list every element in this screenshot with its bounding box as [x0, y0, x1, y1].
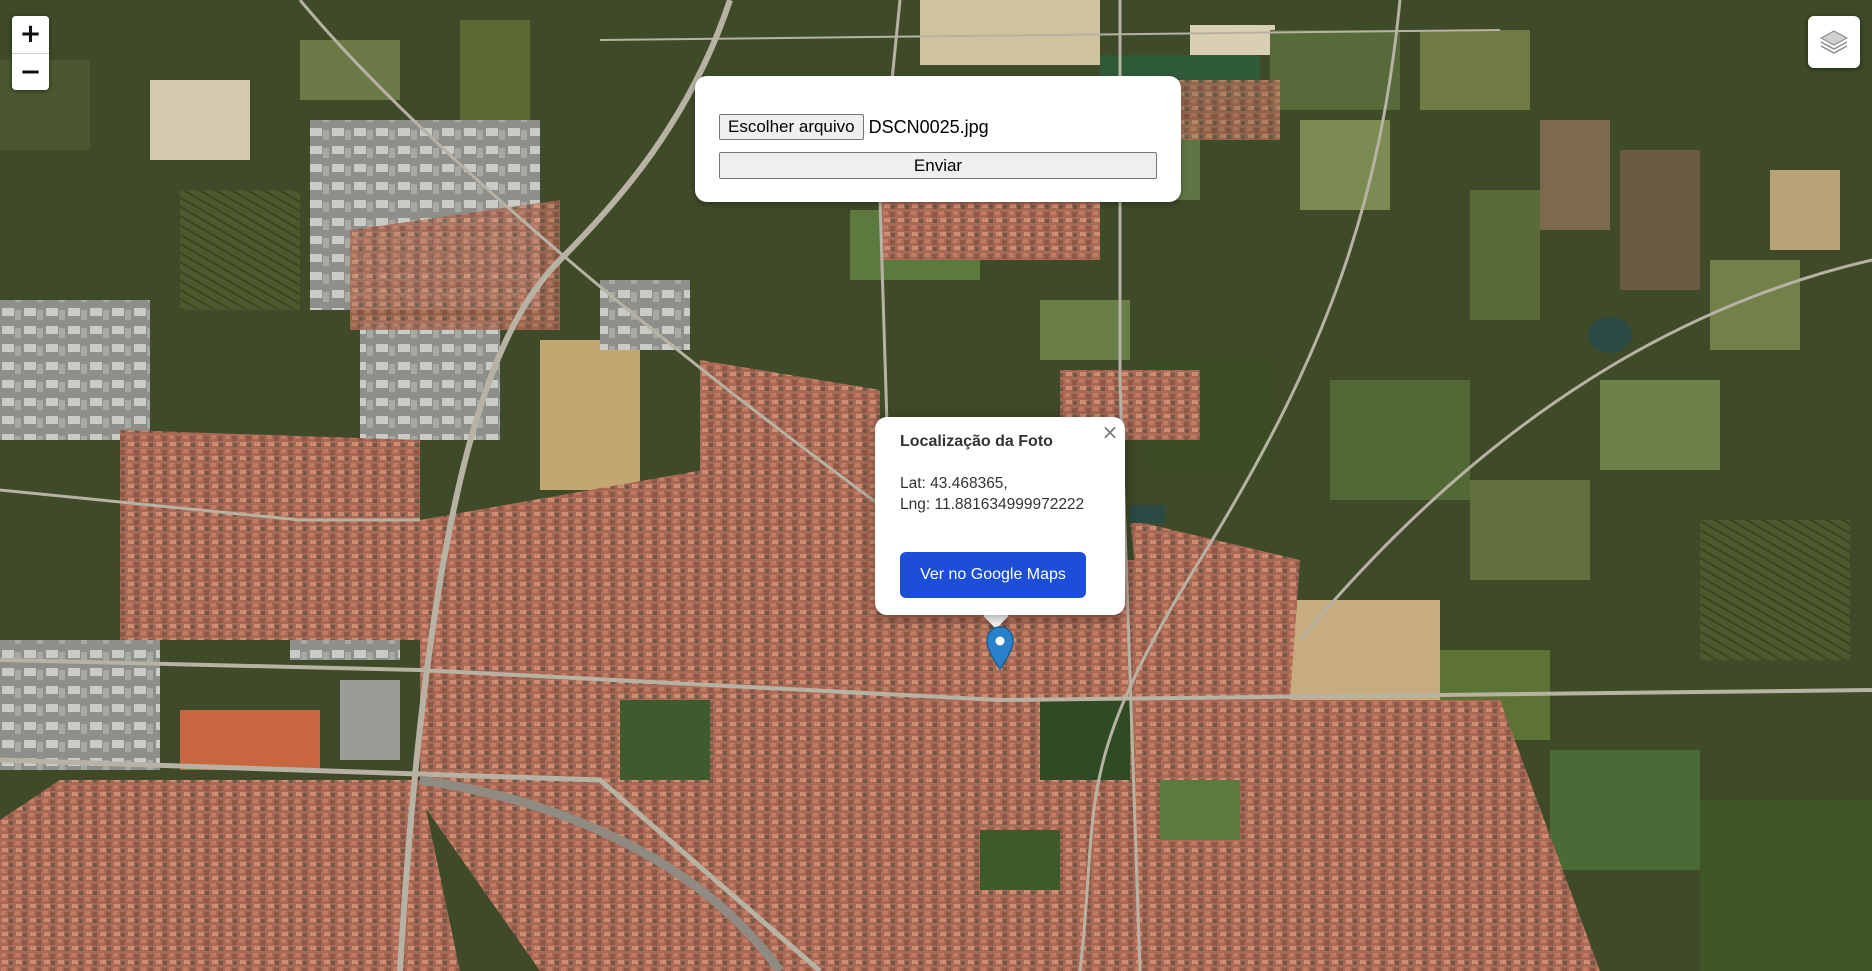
pond	[1588, 317, 1632, 353]
pool	[1130, 505, 1165, 523]
latitude-text: Lat: 43.468365,	[900, 475, 1008, 492]
layers-icon	[1819, 30, 1849, 54]
layers-button[interactable]	[1808, 16, 1860, 68]
selected-file-name: DSCN0025.jpg	[868, 116, 989, 137]
close-icon[interactable]: ×	[1101, 422, 1119, 442]
longitude-text: Lng: 11.881634999972222	[900, 496, 1085, 513]
zoom-out-button[interactable]: −	[12, 53, 49, 90]
submit-button[interactable]: Enviar	[719, 152, 1157, 179]
location-popup: × Localização da Foto Lat: 43.468365, Ln…	[875, 417, 1125, 615]
upload-panel: Escolher arquivo DSCN0025.jpg Enviar	[695, 76, 1181, 202]
google-maps-button[interactable]: Ver no Google Maps	[900, 552, 1086, 598]
map-pin-icon[interactable]	[984, 625, 1016, 673]
choose-file-button[interactable]: Escolher arquivo	[719, 114, 864, 140]
popup-title: Localização da Foto	[900, 433, 1053, 450]
file-input[interactable]: Escolher arquivo DSCN0025.jpg	[719, 114, 989, 140]
zoom-in-button[interactable]: +	[12, 16, 49, 53]
zoom-control: + −	[12, 16, 49, 90]
